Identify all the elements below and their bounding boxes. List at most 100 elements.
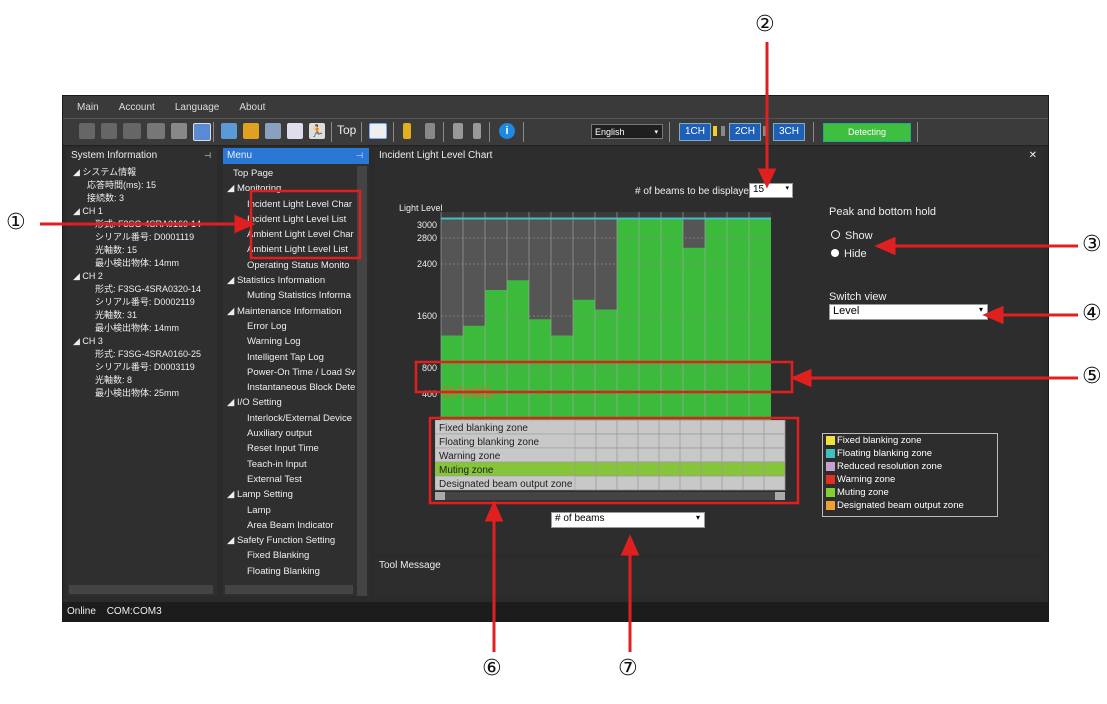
menu-item[interactable]: Warning Log (227, 334, 355, 349)
sys-item[interactable]: ◢ CH 2 (73, 270, 217, 283)
menu-item[interactable]: Incident Light Level List (227, 212, 355, 227)
ch3-button[interactable]: 3CH (773, 123, 805, 141)
sys-item[interactable]: 光軸数: 31 (73, 309, 217, 322)
menu-item[interactable]: Muting Statistics Informa (227, 288, 355, 303)
chevron-down-icon: ▾ (695, 513, 700, 522)
save-icon[interactable] (265, 123, 281, 139)
hide-radio[interactable]: Hide (831, 248, 867, 260)
menu-item[interactable]: ◢ Lamp Setting (227, 487, 355, 502)
menu-item[interactable]: Instantaneous Block Dete (227, 380, 355, 395)
horizontal-scrollbar[interactable] (225, 585, 353, 594)
legend-swatch (826, 475, 835, 484)
key-settings-icon[interactable] (453, 123, 463, 139)
pin-icon[interactable]: ⊣ (204, 148, 211, 164)
menu-item[interactable]: External Test (227, 472, 355, 487)
folder-icon[interactable] (243, 123, 259, 139)
zone-row-label: Designated beam output zone (439, 479, 573, 490)
horizontal-scrollbar[interactable] (69, 585, 213, 594)
connect-icon[interactable] (123, 123, 141, 139)
lock-icon[interactable] (425, 123, 435, 139)
sys-item[interactable]: 形式: F3SG-4SRA0160-25 (73, 348, 217, 361)
sys-item[interactable]: ◢ CH 1 (73, 205, 217, 218)
running-person-icon[interactable]: 🏃 (309, 123, 325, 139)
sys-item[interactable]: 光軸数: 8 (73, 374, 217, 387)
info-icon[interactable]: i (499, 123, 515, 139)
bar (705, 218, 727, 420)
document-icon[interactable] (79, 123, 95, 139)
link-icon[interactable] (171, 123, 187, 139)
menu-item[interactable]: ◢ Statistics Information (227, 273, 355, 288)
sys-item[interactable]: ◢ システム情報 (73, 166, 217, 179)
legend-label: Fixed blanking zone (837, 435, 922, 446)
sys-item[interactable]: シリアル番号: D0002119 (73, 296, 217, 309)
language-select[interactable]: English ▾ (591, 124, 663, 139)
sys-item[interactable]: 形式: F3SG-4SRA0160-14 (73, 218, 217, 231)
bottom-beams-select[interactable]: # of beams ▾ (551, 512, 705, 528)
ch1-button[interactable]: 1CH (679, 123, 711, 141)
monitor-alert-icon[interactable] (193, 123, 211, 141)
menu-item[interactable]: Incident Light Level Char (227, 197, 355, 212)
ch2-button[interactable]: 2CH (729, 123, 761, 141)
key-icon[interactable] (403, 123, 411, 139)
menu-item[interactable]: Top Page (227, 166, 355, 181)
menu-item[interactable]: Ambient Light Level Char (227, 227, 355, 242)
menu-item[interactable]: Auxiliary output (227, 426, 355, 441)
sys-item[interactable]: 最小検出物体: 14mm (73, 322, 217, 335)
menu-item[interactable]: Reset Input Time (227, 441, 355, 456)
bar (573, 299, 595, 420)
sys-item[interactable]: シリアル番号: D0003119 (73, 361, 217, 374)
switch-view-select[interactable]: Level ▾ (829, 304, 988, 320)
list-icon[interactable] (287, 123, 303, 139)
menu-title-text: Menu (227, 150, 253, 161)
annotation-1: ① (6, 210, 26, 235)
beams-select[interactable]: 15 ▾ (749, 183, 793, 198)
menu-account[interactable]: Account (119, 102, 155, 113)
menu-item[interactable]: Fixed Blanking (227, 548, 355, 563)
bar (749, 218, 771, 420)
sys-item[interactable]: 応答時間(ms): 15 (73, 179, 217, 192)
menu-item[interactable]: Interlock/External Device (227, 411, 355, 426)
top-button[interactable]: Top (337, 123, 356, 137)
menu-item[interactable]: Teach-in Input (227, 457, 355, 472)
vertical-scrollbar[interactable] (357, 166, 367, 596)
menu-item[interactable]: Error Log (227, 319, 355, 334)
sys-item[interactable]: 接続数: 3 (73, 192, 217, 205)
close-icon[interactable]: ✕ (1029, 148, 1037, 164)
sys-item[interactable]: シリアル番号: D0001119 (73, 231, 217, 244)
menu-item[interactable]: ◢ I/O Setting (227, 395, 355, 410)
sys-item[interactable]: ◢ CH 3 (73, 335, 217, 348)
bookmark-icon[interactable] (101, 123, 117, 139)
settings-list-icon[interactable] (221, 123, 237, 139)
menu-item[interactable]: Intelligent Tap Log (227, 350, 355, 365)
menu-item[interactable]: Operating Status Monito (227, 258, 355, 273)
menu-item[interactable]: Ambient Light Level List (227, 242, 355, 257)
plug-icon[interactable] (147, 123, 165, 139)
sys-item[interactable]: 形式: F3SG-4SRA0320-14 (73, 283, 217, 296)
menu-item[interactable]: Lamp (227, 503, 355, 518)
toolbar-separator (669, 122, 670, 142)
menu-about[interactable]: About (239, 102, 265, 113)
show-radio[interactable]: Show (831, 230, 873, 242)
menu-bar: Main Account Language About (63, 96, 1048, 118)
sys-item[interactable]: 最小検出物体: 14mm (73, 257, 217, 270)
menu-item[interactable]: Area Beam Indicator (227, 518, 355, 533)
ch1-indicator (713, 126, 717, 136)
menu-item[interactable]: ◢ Monitoring (227, 181, 355, 196)
menu-item[interactable]: Floating Blanking (227, 564, 355, 579)
key-icon-2[interactable] (473, 123, 481, 139)
tool-message-title: Tool Message (379, 560, 441, 571)
sys-item[interactable]: 最小検出物体: 25mm (73, 387, 217, 400)
menu-language[interactable]: Language (175, 102, 220, 113)
sys-item[interactable]: 光軸数: 15 (73, 244, 217, 257)
menu-item[interactable]: ◢ Maintenance Information (227, 304, 355, 319)
chevron-down-icon: ▾ (785, 185, 789, 192)
annotation-5: ⑤ (1082, 364, 1102, 389)
menu-item[interactable]: Power-On Time / Load Sw (227, 365, 355, 380)
menu-main[interactable]: Main (77, 102, 99, 113)
zone-legend: Fixed blanking zone Floating blanking zon… (822, 433, 998, 517)
legend-item: Fixed blanking zone (823, 434, 997, 447)
pin-icon[interactable]: ⊣ (356, 148, 363, 164)
menu-item[interactable]: ◢ Safety Function Setting (227, 533, 355, 548)
bar (529, 319, 551, 420)
window-icon[interactable] (369, 123, 387, 139)
